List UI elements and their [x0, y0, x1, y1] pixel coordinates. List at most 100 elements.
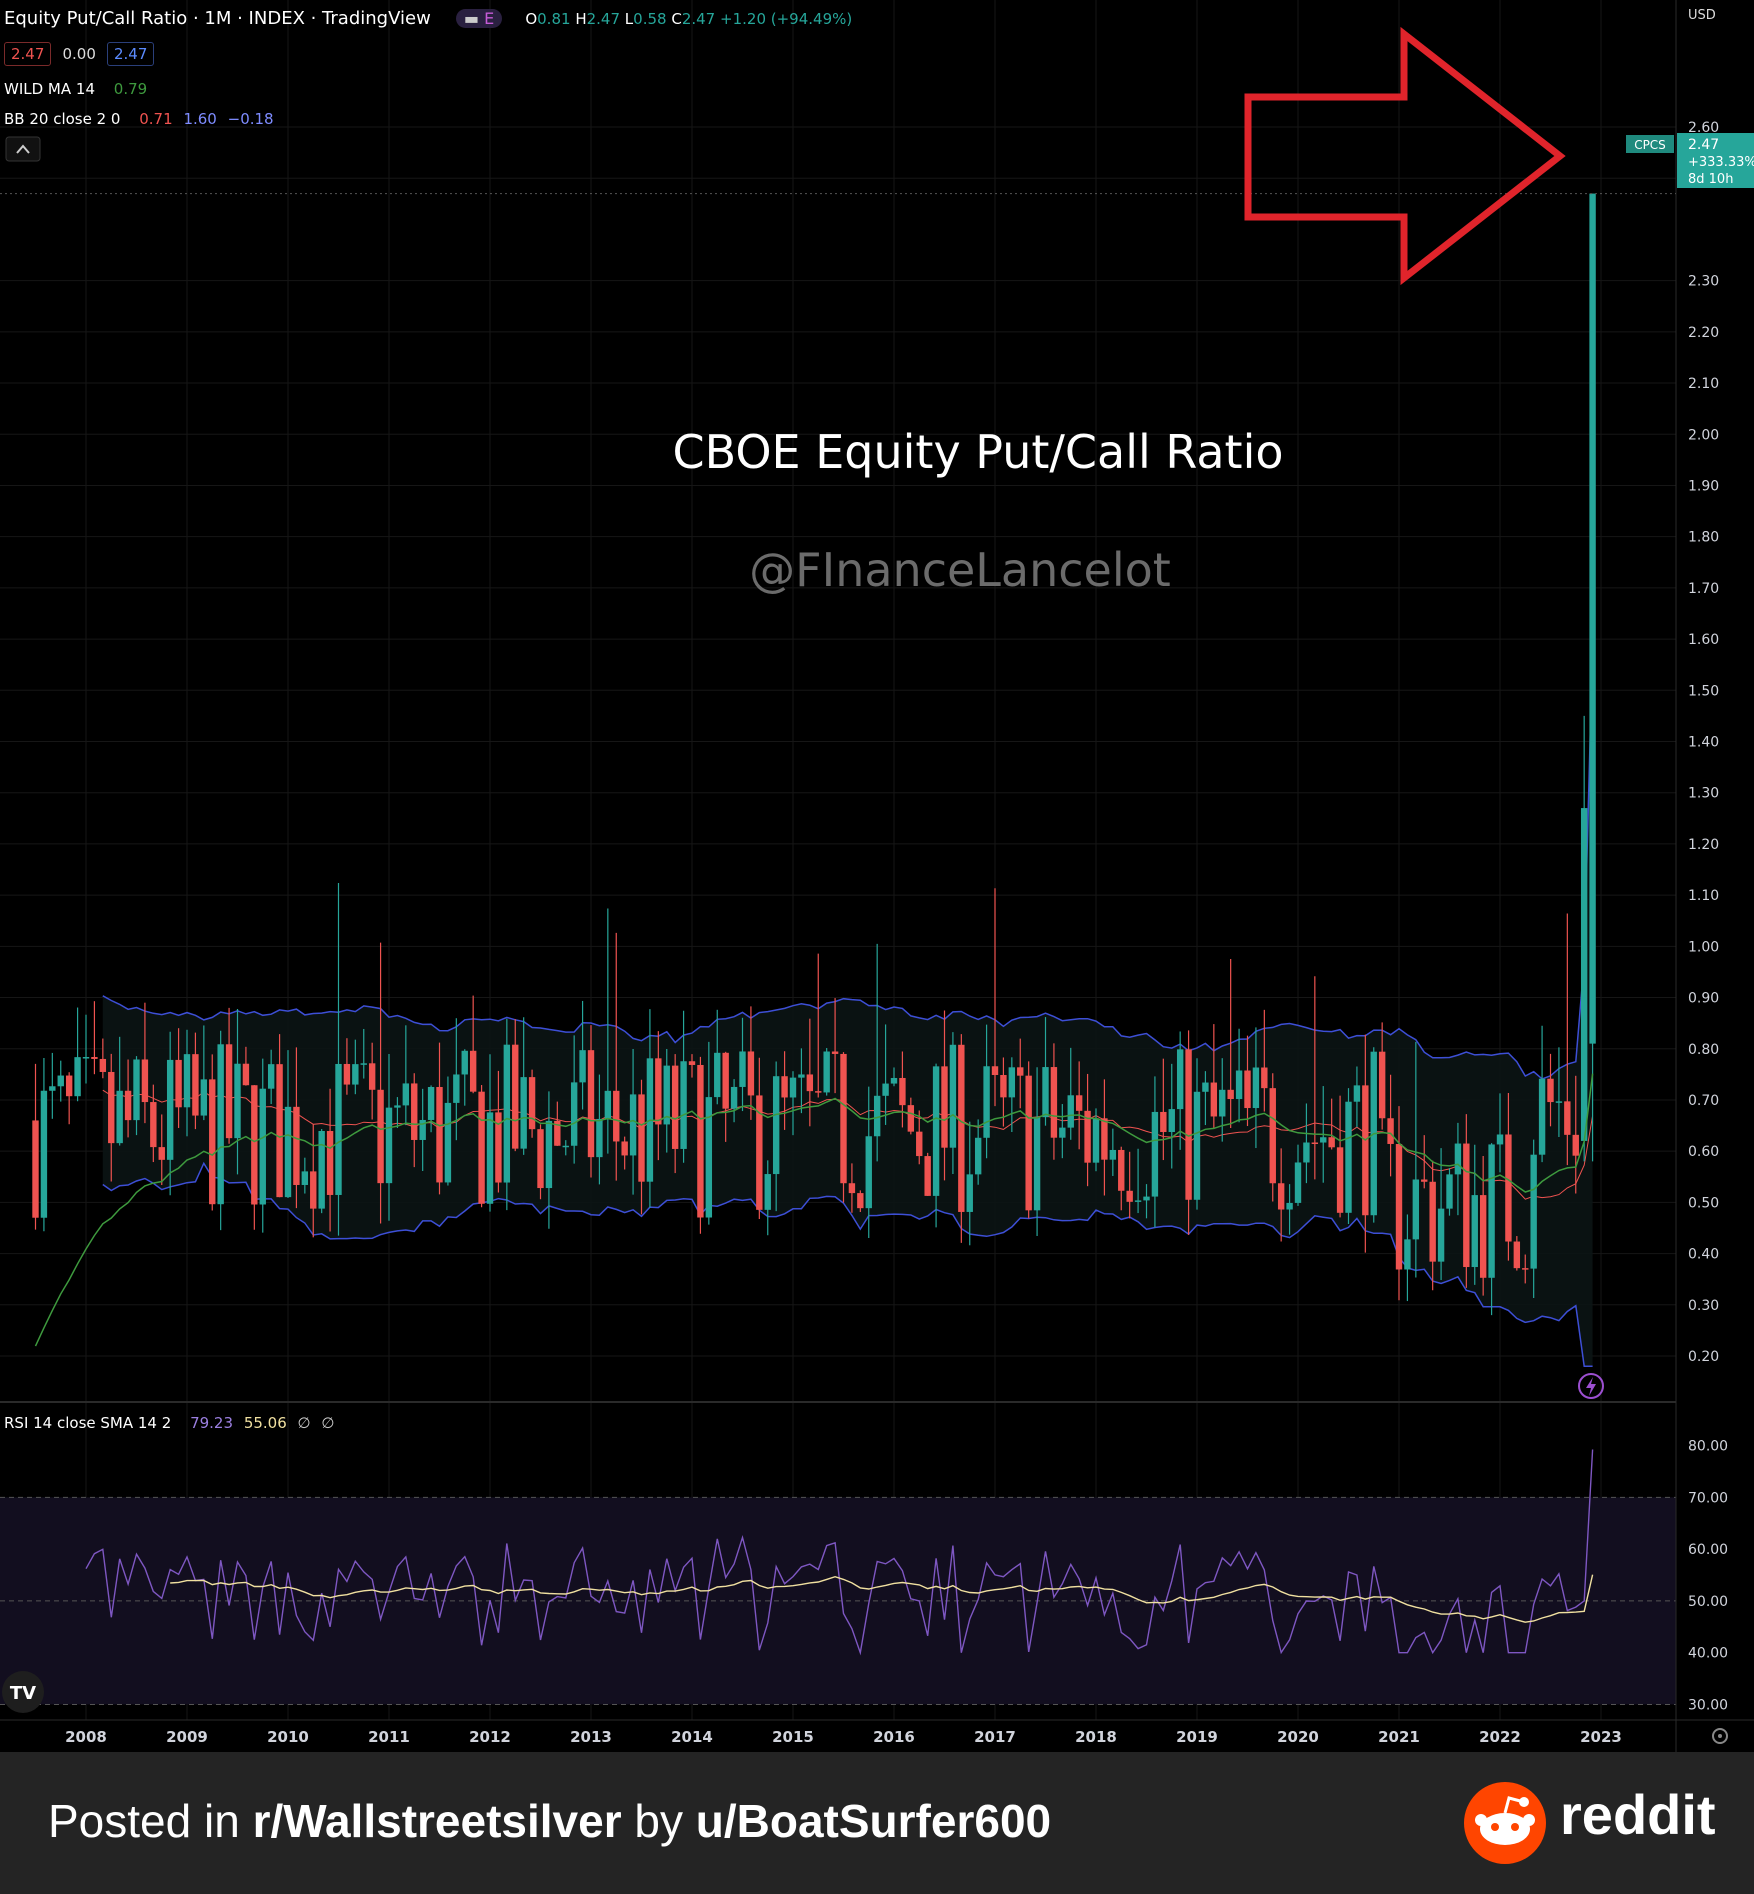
- candle-body: [924, 1156, 931, 1196]
- rsi-legend[interactable]: RSI 14 close SMA 14 2 79.23 55.06 ∅ ∅: [4, 1414, 334, 1432]
- candle-body: [1294, 1162, 1302, 1203]
- candle-body: [150, 1102, 157, 1148]
- price-tick-label: 1.90: [1688, 478, 1719, 494]
- candle-body: [436, 1087, 443, 1183]
- price-tick-label: 1.50: [1688, 683, 1719, 699]
- candle-body: [1429, 1181, 1436, 1262]
- price-tick-label: 1.40: [1688, 735, 1719, 751]
- eye-icon[interactable]: ▬ E: [455, 9, 503, 28]
- candle-body: [579, 1050, 586, 1083]
- candle-body: [629, 1094, 637, 1156]
- candle-body: [1202, 1082, 1209, 1092]
- candle-body: [1101, 1118, 1108, 1160]
- candle-body: [772, 1076, 780, 1175]
- candle-body: [1151, 1111, 1159, 1197]
- candle-body: [764, 1174, 771, 1210]
- candle-body: [1025, 1075, 1032, 1211]
- candle-body: [1395, 1143, 1403, 1270]
- svg-text:TV: TV: [10, 1683, 36, 1704]
- chart-area[interactable]: 80.0070.0060.0050.0040.0030.00 2.602.502…: [0, 0, 1754, 1752]
- candle-body: [899, 1077, 906, 1106]
- candle-body: [949, 1044, 957, 1148]
- candle-body: [360, 1063, 367, 1065]
- symbol-title[interactable]: Equity Put/Call Ratio · 1M · INDEX · Tra…: [4, 8, 431, 29]
- candle-body: [141, 1059, 149, 1103]
- candle-body: [596, 1118, 603, 1158]
- time-tick-label: 2013: [570, 1728, 612, 1746]
- candle-body: [234, 1063, 241, 1139]
- candle-body: [570, 1082, 578, 1146]
- time-tick-label: 2015: [772, 1728, 814, 1746]
- candle-body: [1479, 1195, 1487, 1278]
- candle-body: [158, 1147, 165, 1160]
- candle-body: [251, 1085, 258, 1205]
- candle-body: [1437, 1208, 1445, 1262]
- candle-body: [276, 1064, 283, 1198]
- candle-body: [1134, 1200, 1142, 1202]
- candle-body: [1522, 1268, 1529, 1270]
- candle-body: [1286, 1202, 1293, 1210]
- candle-body: [1589, 193, 1596, 1044]
- candle-body: [747, 1051, 755, 1096]
- price-tick-label: 1.20: [1688, 837, 1719, 853]
- candle-body: [991, 1066, 999, 1076]
- price-tick-label: 0.80: [1688, 1042, 1719, 1058]
- candle-body: [1109, 1149, 1117, 1160]
- price-tick-label: 1.80: [1688, 530, 1719, 546]
- candle-body: [503, 1044, 511, 1183]
- candle-body: [1075, 1095, 1083, 1111]
- last-price-change: +333.33%: [1688, 155, 1754, 170]
- price-tick-label: 2.30: [1688, 274, 1719, 290]
- candle-body: [587, 1050, 595, 1158]
- candle-body: [65, 1075, 73, 1097]
- candle-body: [815, 1091, 822, 1093]
- collapse-button[interactable]: [5, 136, 41, 162]
- currency-label[interactable]: USD: [1688, 8, 1716, 23]
- price-tick-label: 2.10: [1688, 376, 1719, 392]
- wild-ma-legend[interactable]: WILD MA 14 0.79: [4, 80, 147, 98]
- price-tick-label: 1.00: [1688, 939, 1719, 955]
- candle-body: [1227, 1089, 1234, 1100]
- candle-body: [49, 1086, 56, 1091]
- candle-body: [638, 1094, 645, 1182]
- watermark: @FInanceLancelot: [749, 543, 1171, 597]
- session-badge: E: [484, 9, 495, 28]
- candle-body: [1555, 1101, 1563, 1103]
- bb-legend[interactable]: BB 20 close 2 0 0.71 1.60 −0.18: [4, 110, 274, 128]
- candle-body: [697, 1064, 704, 1218]
- candle-body: [108, 1071, 115, 1144]
- candle-body: [1454, 1143, 1462, 1175]
- candle-body: [1252, 1067, 1260, 1109]
- candle-body: [1378, 1051, 1386, 1119]
- candle-body: [1328, 1137, 1335, 1148]
- candle-body: [200, 1079, 208, 1116]
- candle-body: [730, 1086, 738, 1109]
- candle-body: [318, 1130, 325, 1209]
- rsi-tick-label: 50.00: [1688, 1594, 1728, 1610]
- candle-body: [1210, 1082, 1218, 1117]
- candle-body: [267, 1064, 275, 1089]
- user-link[interactable]: u/BoatSurfer600: [696, 1795, 1051, 1847]
- price-tick-label: 0.30: [1688, 1298, 1719, 1314]
- candle-body: [537, 1129, 544, 1189]
- bid-pill[interactable]: 2.47: [4, 42, 52, 66]
- last-price-countdown: 8d 10h: [1688, 172, 1733, 187]
- candle-body: [82, 1057, 90, 1059]
- candle-body: [613, 1090, 620, 1142]
- ask-pill[interactable]: 2.47: [107, 42, 155, 66]
- ohlc-readout: O0.81 H2.47 L0.58 C2.47 +1.20 (+94.49%): [525, 10, 853, 28]
- price-chart[interactable]: 80.0070.0060.0050.0040.0030.00 2.602.502…: [0, 0, 1754, 1752]
- candle-body: [124, 1090, 132, 1121]
- candle-body: [192, 1054, 199, 1116]
- reddit-logo-icon: [1464, 1782, 1546, 1864]
- candle-body: [486, 1112, 494, 1204]
- candle-body: [1067, 1095, 1074, 1128]
- candle-body: [1277, 1183, 1285, 1210]
- candle-body: [293, 1106, 300, 1185]
- candle-body: [1505, 1134, 1512, 1242]
- subreddit-link[interactable]: r/Wallstreetsilver: [253, 1795, 622, 1847]
- time-tick-label: 2011: [368, 1728, 410, 1746]
- candle-body: [335, 1063, 342, 1195]
- candle-body: [1547, 1078, 1554, 1103]
- candle-body: [840, 1053, 847, 1184]
